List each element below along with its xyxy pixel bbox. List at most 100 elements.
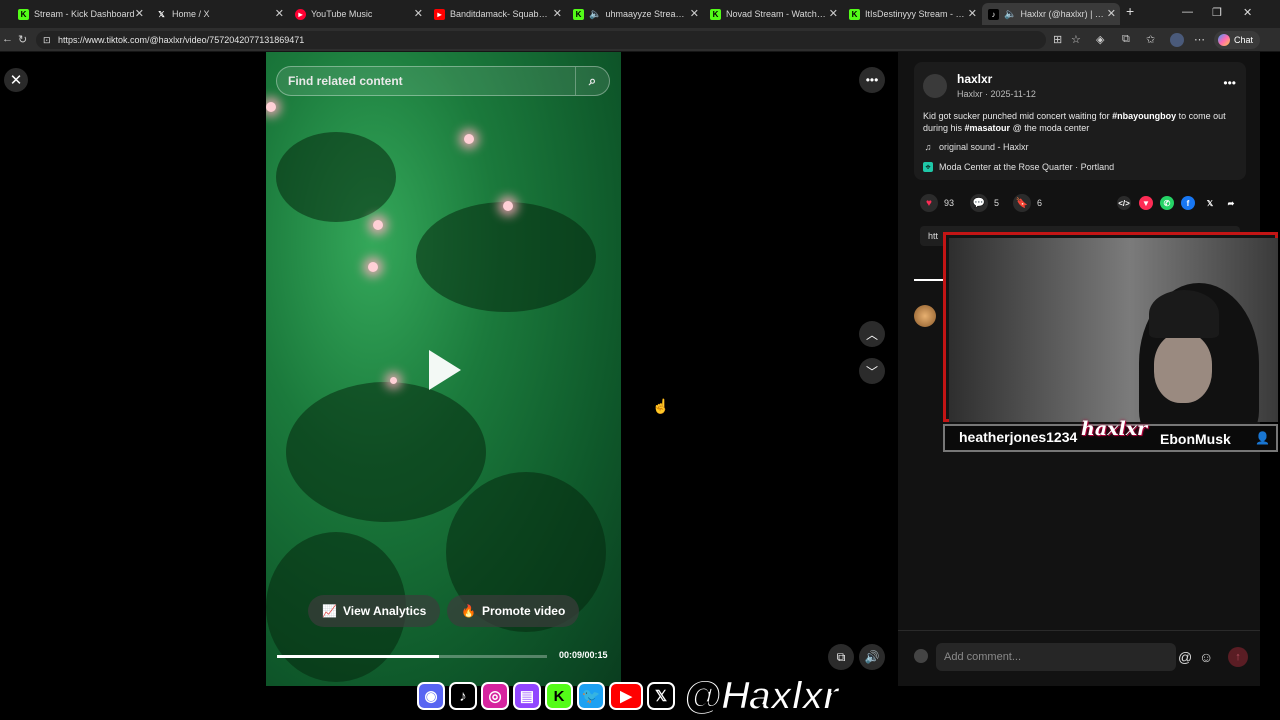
close-tab-icon[interactable]: ✕ <box>414 7 423 20</box>
stage-light <box>266 102 276 112</box>
commenter-avatar[interactable] <box>914 305 936 327</box>
kick-icon: K <box>710 8 721 20</box>
location-link[interactable]: ⌖ Moda Center at the Rose Quarter · Port… <box>923 162 1114 172</box>
minimize-icon[interactable]: — <box>1182 6 1193 18</box>
discord-icon: ◉ <box>417 682 445 710</box>
bookmark-icon: 🔖 <box>1013 194 1031 212</box>
video-progress-bar[interactable] <box>277 655 547 658</box>
new-tab-icon[interactable]: + <box>1126 3 1134 19</box>
send-to-friends-icon[interactable]: ▼ <box>1139 196 1153 210</box>
social-links-overlay: ◉ ♪ ◎ ▤ K 🐦 ▶ 𝕏 @Haxlxr <box>417 673 867 719</box>
speaker-icon: 🔈 <box>1004 8 1017 20</box>
comment-input[interactable]: Add comment... <box>936 643 1176 671</box>
viewer-name: heatherjones1234 <box>959 429 1078 445</box>
webcam-frame <box>943 232 1278 422</box>
close-icon: ✕ <box>9 72 23 89</box>
close-tab-icon[interactable]: ✕ <box>1107 7 1116 20</box>
tab-kick-uhmaayyze[interactable]: K 🔈 uhmaayyze Stream - Wa ✕ <box>567 3 703 25</box>
user-avatar <box>914 649 928 663</box>
crowd-shadow <box>416 202 596 312</box>
more-menu-icon[interactable]: ⋯ <box>1194 33 1205 46</box>
comments-tab-indicator <box>914 279 944 281</box>
url-field[interactable]: ⊡ https://www.tiktok.com/@haxlxr/video/7… <box>36 31 1046 49</box>
profile-avatar[interactable] <box>1170 33 1184 47</box>
tab-youtube-music[interactable]: ▸ YouTube Music ✕ <box>289 3 427 25</box>
search-icon[interactable]: ⌕ <box>575 67 609 95</box>
stage-light <box>368 262 378 272</box>
video-player[interactable]: Find related content ⌕ 📈 View Analytics … <box>266 52 621 686</box>
reload-icon[interactable]: ↻ <box>18 33 27 46</box>
pip-icon: ⧉ <box>836 649 846 664</box>
tab-x-home[interactable]: 𝕏 Home / X ✕ <box>150 3 288 25</box>
author-avatar[interactable] <box>923 74 947 98</box>
streamer-beanie <box>1149 290 1219 338</box>
more-horizontal-icon[interactable]: ••• <box>1223 76 1236 90</box>
whatsapp-icon[interactable]: ✆ <box>1160 196 1174 210</box>
favorite-star-icon[interactable]: ☆ <box>1071 33 1081 46</box>
crowd-shadow <box>286 382 486 522</box>
maximize-icon[interactable]: ❐ <box>1212 6 1222 19</box>
share-arrow-icon[interactable]: ➦ <box>1224 196 1238 210</box>
mention-icon[interactable]: @ <box>1178 649 1192 665</box>
site-info-icon[interactable]: ⊡ <box>43 31 51 49</box>
find-related-search[interactable]: Find related content ⌕ <box>276 66 610 96</box>
close-tab-icon[interactable]: ✕ <box>553 7 562 20</box>
view-analytics-button[interactable]: 📈 View Analytics <box>308 595 441 627</box>
back-icon[interactable]: ← <box>2 33 13 45</box>
copilot-chat-button[interactable]: Chat <box>1214 31 1260 49</box>
window-close-icon[interactable]: ✕ <box>1243 6 1252 19</box>
kick-icon: K <box>18 8 29 20</box>
x-share-icon[interactable]: 𝕏 <box>1203 196 1217 210</box>
apps-icon[interactable]: ⊞ <box>1053 33 1062 46</box>
favorites-icon[interactable]: ✩ <box>1146 33 1155 46</box>
browser-tab-bar: K Stream - Kick Dashboard ✕ 𝕏 Home / X ✕… <box>0 0 1280 28</box>
post-info-card: haxlxr Haxlxr · 2025-11-12 ••• Kid got s… <box>914 62 1246 180</box>
streamer-face <box>1154 333 1212 403</box>
picture-in-picture-button[interactable]: ⧉ <box>828 644 854 670</box>
heart-icon: ♥ <box>920 194 938 212</box>
extension-icon[interactable]: ◈ <box>1096 33 1104 46</box>
post-comment-button[interactable]: ↑ <box>1228 647 1248 667</box>
follow-user-icon: 👤 <box>1255 431 1270 445</box>
embed-icon[interactable]: </> <box>1117 196 1131 210</box>
volume-button[interactable]: 🔊 <box>859 644 885 670</box>
play-icon[interactable] <box>429 350 461 390</box>
close-video-button[interactable]: ✕ <box>4 68 28 92</box>
flame-icon: 🔥 <box>461 604 476 618</box>
video-progress-fill <box>277 655 439 658</box>
promote-video-button[interactable]: 🔥 Promote video <box>447 595 580 627</box>
split-screen-icon[interactable]: ⧉ <box>1122 33 1130 46</box>
like-button[interactable]: ♥ 93 <box>920 194 954 212</box>
tab-tiktok-haxlxr[interactable]: ♪ 🔈 Haxlxr (@haxlxr) | TikTo ✕ <box>982 3 1120 25</box>
close-tab-icon[interactable]: ✕ <box>968 7 977 20</box>
location-pin-icon: ⌖ <box>923 162 933 172</box>
crowd-shadow <box>276 132 396 222</box>
close-tab-icon[interactable]: ✕ <box>275 7 284 20</box>
close-tab-icon[interactable]: ✕ <box>690 7 699 20</box>
hashtag-link[interactable]: #masatour <box>965 123 1011 133</box>
hashtag-link[interactable]: #nbayoungboy <box>1112 111 1176 121</box>
tab-kick-dashboard[interactable]: K Stream - Kick Dashboard ✕ <box>12 3 148 25</box>
more-options-button[interactable]: ••• <box>859 67 885 93</box>
sound-link[interactable]: ♫ original sound - Haxlxr <box>923 142 1029 152</box>
kick-icon: K <box>545 682 573 710</box>
volume-icon: 🔊 <box>864 650 880 664</box>
more-horizontal-icon: ••• <box>865 73 879 87</box>
webcam-name-bar: heatherjones1234 haxlxr EbonMusk 👤 <box>943 418 1278 452</box>
tab-kick-itisdestinyyy[interactable]: K ItIsDestinyyy Stream - Watch ✕ <box>843 3 981 25</box>
previous-video-button[interactable]: ︿ <box>859 321 885 347</box>
tab-kick-novad[interactable]: K Novad Stream - Watch Live ✕ <box>704 3 842 25</box>
close-tab-icon[interactable]: ✕ <box>135 7 144 20</box>
next-video-button[interactable]: ﹀ <box>859 358 885 384</box>
stage-light <box>503 201 513 211</box>
emoji-icon[interactable]: ☺ <box>1199 649 1213 665</box>
x-icon: 𝕏 <box>158 9 165 19</box>
copilot-icon <box>1218 34 1230 46</box>
chevron-down-icon: ﹀ <box>865 364 878 379</box>
tab-youtube-banditdamack[interactable]: ▸ Banditdamack- Squabble N ✕ <box>428 3 566 25</box>
save-button[interactable]: 🔖 6 <box>1013 194 1042 212</box>
comment-button[interactable]: 💬 5 <box>970 194 999 212</box>
facebook-icon[interactable]: f <box>1181 196 1195 210</box>
close-tab-icon[interactable]: ✕ <box>829 7 838 20</box>
author-username[interactable]: haxlxr <box>957 72 992 86</box>
